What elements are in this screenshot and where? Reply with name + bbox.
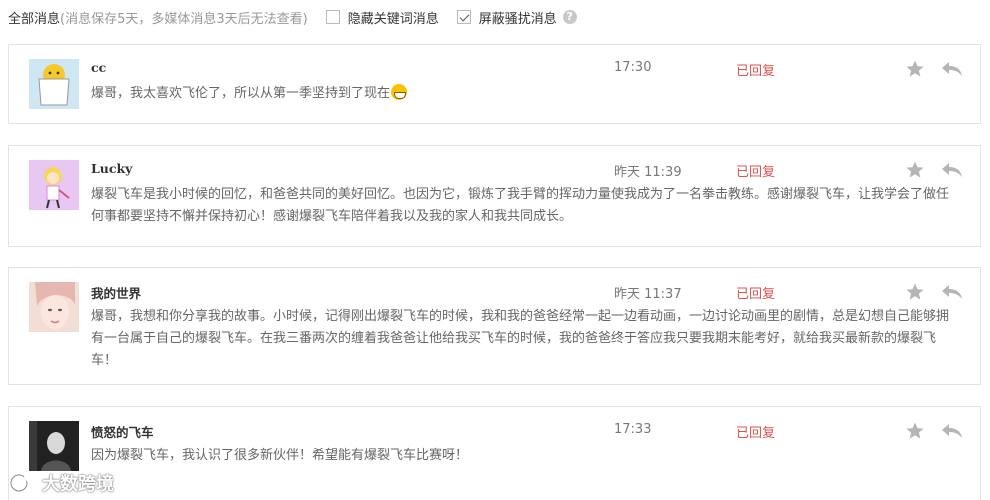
hide-keyword-label: 隐藏关键词消息 — [347, 11, 439, 27]
message-text: 爆裂飞车是我小时候的回忆，和爸爸共同的美好回忆。也因为它，锻炼了我手臂的挥动力量… — [91, 187, 950, 224]
hide-keyword-checkbox[interactable] — [325, 10, 340, 24]
reply-icon[interactable] — [941, 60, 963, 78]
reply-status: 已回复 — [736, 64, 776, 79]
message-card[interactable]: 我的世界 爆哥，我想和你分享我的故事。小时候，记得刚出爆裂飞车的时候，我和我的爸… — [8, 267, 981, 385]
message-time: 17:33 — [614, 422, 652, 437]
message-text: 爆哥，我太喜欢飞伦了，所以从第一季坚持到了现在 — [91, 83, 959, 105]
star-icon[interactable] — [905, 282, 925, 302]
star-icon[interactable] — [905, 421, 925, 441]
message-card[interactable]: Lucky 爆裂飞车是我小时候的回忆，和爸爸共同的美好回忆。也因为它，锻炼了我手… — [8, 145, 981, 247]
avatar[interactable] — [29, 421, 79, 471]
watermark: 大数跨境 — [8, 470, 114, 496]
watermark-text: 大数跨境 — [42, 474, 114, 495]
block-spam-toggle[interactable]: 屏蔽骚扰消息 — [456, 8, 557, 27]
help-icon[interactable]: ? — [562, 10, 577, 24]
all-messages-title: 全部消息 — [8, 11, 61, 27]
reply-icon[interactable] — [941, 283, 963, 301]
grin-emoji-icon — [391, 84, 408, 100]
retention-note: (消息保存5天，多媒体消息3天后无法查看) — [60, 11, 308, 27]
reply-status: 已回复 — [736, 287, 776, 302]
sender-name[interactable]: 愤怒的飞车 — [91, 422, 154, 441]
message-body: 爆哥，我太喜欢飞伦了，所以从第一季坚持到了现在 — [91, 86, 391, 101]
message-text: 爆哥，我想和你分享我的故事。小时候，记得刚出爆裂飞车的时候，我和我的爸爸经常一起… — [91, 309, 950, 368]
reply-icon[interactable] — [941, 161, 963, 179]
sender-name[interactable]: 我的世界 — [91, 283, 141, 302]
message-time: 昨天 11:37 — [614, 287, 682, 302]
hide-keyword-toggle[interactable]: 隐藏关键词消息 — [325, 8, 439, 27]
message-time: 昨天 11:39 — [614, 165, 682, 180]
reply-icon[interactable] — [941, 422, 963, 440]
avatar[interactable] — [29, 160, 79, 210]
reply-status: 已回复 — [736, 165, 776, 180]
block-spam-label: 屏蔽骚扰消息 — [478, 11, 557, 27]
message-text: 因为爆裂飞车，我认识了很多新伙伴！希望能有爆裂飞车比赛呀！ — [91, 448, 469, 463]
message-time: 17:30 — [614, 60, 652, 75]
avatar[interactable] — [29, 282, 79, 332]
star-icon[interactable] — [905, 59, 925, 79]
avatar[interactable] — [29, 59, 79, 109]
watermark-logo-icon — [9, 473, 37, 493]
message-filter-bar: 全部消息 (消息保存5天，多媒体消息3天后无法查看) 隐藏关键词消息 屏蔽骚扰消… — [8, 5, 990, 29]
reply-status: 已回复 — [736, 426, 776, 441]
block-spam-checkbox[interactable] — [456, 10, 471, 24]
sender-name[interactable]: cc — [91, 60, 106, 75]
sender-name[interactable]: Lucky — [91, 161, 132, 176]
star-icon[interactable] — [905, 160, 925, 180]
message-card[interactable]: cc 爆哥，我太喜欢飞伦了，所以从第一季坚持到了现在 17:30 已回复 — [8, 44, 981, 124]
message-card[interactable]: 愤怒的飞车 因为爆裂飞车，我认识了很多新伙伴！希望能有爆裂飞车比赛呀！ 17:3… — [8, 406, 981, 500]
